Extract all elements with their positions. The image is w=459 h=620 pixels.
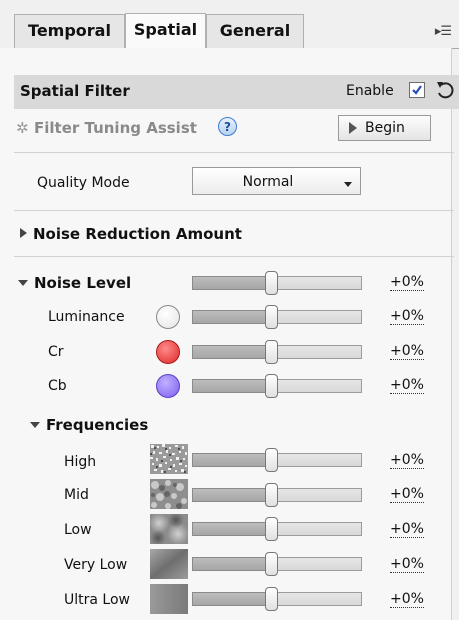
quality-mode-select[interactable]: Normal xyxy=(192,167,361,195)
very-low-frequency-texture xyxy=(150,549,188,579)
slider-fill xyxy=(192,345,267,359)
slider-thumb[interactable] xyxy=(265,340,278,364)
tab-general[interactable]: General xyxy=(206,14,304,48)
cb-value[interactable]: +0% xyxy=(390,378,424,394)
high-frequency-texture xyxy=(150,444,188,474)
noise-reduction-amount-label: Noise Reduction Amount xyxy=(33,225,242,243)
chevron-down-icon xyxy=(344,182,352,187)
divider xyxy=(14,152,454,153)
collapse-triangle-icon xyxy=(18,280,28,286)
slider-thumb[interactable] xyxy=(265,587,278,611)
noise-level-label: Noise Level xyxy=(34,274,132,292)
luminance-slider[interactable] xyxy=(192,305,362,329)
ultra-low-frequency-texture xyxy=(150,584,188,614)
high-value[interactable]: +0% xyxy=(390,453,424,469)
frequencies-label: Frequencies xyxy=(46,416,149,434)
collapse-triangle-icon xyxy=(30,422,40,428)
expand-triangle-icon xyxy=(20,228,27,238)
cb-color-dot xyxy=(156,374,180,398)
slider-fill xyxy=(192,276,267,290)
very-low-slider[interactable] xyxy=(192,552,362,576)
slider-thumb[interactable] xyxy=(265,483,278,507)
luminance-label: Luminance xyxy=(48,309,125,325)
frequencies-toggle[interactable]: Frequencies xyxy=(30,416,148,434)
cb-slider[interactable] xyxy=(192,374,362,398)
noise-level-slider[interactable] xyxy=(192,271,362,295)
spatial-filter-header: Spatial Filter Enable xyxy=(14,75,459,109)
quality-mode-label: Quality Mode xyxy=(37,175,130,191)
noise-reduction-amount-toggle[interactable]: Noise Reduction Amount xyxy=(20,225,242,243)
very-low-label: Very Low xyxy=(64,557,128,573)
slider-thumb[interactable] xyxy=(265,517,278,541)
cb-label: Cb xyxy=(48,378,67,394)
slider-fill xyxy=(192,453,267,467)
section-title: Spatial Filter xyxy=(20,82,130,100)
cr-value[interactable]: +0% xyxy=(390,344,424,360)
filter-tuning-assist-label: Filter Tuning Assist xyxy=(34,119,197,137)
noise-level-toggle[interactable]: Noise Level xyxy=(18,274,131,292)
divider xyxy=(14,256,454,257)
cr-slider[interactable] xyxy=(192,340,362,364)
slider-fill xyxy=(192,379,267,393)
mid-label: Mid xyxy=(64,487,89,503)
help-icon[interactable]: ? xyxy=(218,117,237,136)
enable-label: Enable xyxy=(346,83,394,99)
mid-frequency-texture xyxy=(150,479,188,509)
mid-slider[interactable] xyxy=(192,483,362,507)
slider-thumb[interactable] xyxy=(265,374,278,398)
tab-bar: Temporal Spatial General ▸☰ xyxy=(0,0,459,49)
noise-level-value[interactable]: +0% xyxy=(390,275,424,291)
high-label: High xyxy=(64,454,97,470)
begin-button[interactable]: Begin xyxy=(338,115,431,141)
low-value[interactable]: +0% xyxy=(390,522,424,538)
ultra-low-value[interactable]: +0% xyxy=(390,592,424,608)
play-icon xyxy=(349,122,357,134)
slider-fill xyxy=(192,310,267,324)
cr-color-dot xyxy=(156,340,180,364)
slider-fill xyxy=(192,557,267,571)
quality-mode-value: Normal xyxy=(242,174,294,190)
slider-fill xyxy=(192,592,267,606)
slider-thumb[interactable] xyxy=(265,448,278,472)
slider-fill xyxy=(192,522,267,536)
check-icon xyxy=(412,85,422,95)
cr-label: Cr xyxy=(48,344,64,360)
ultra-low-label: Ultra Low xyxy=(64,592,130,608)
luminance-value[interactable]: +0% xyxy=(390,309,424,325)
tab-spatial[interactable]: Spatial xyxy=(125,13,206,48)
filter-tuning-assist-row: ✲ Filter Tuning Assist ? Begin xyxy=(14,113,459,145)
enable-checkbox[interactable] xyxy=(409,82,425,98)
reset-icon[interactable] xyxy=(434,79,456,101)
low-frequency-texture xyxy=(150,514,188,544)
slider-thumb[interactable] xyxy=(265,305,278,329)
low-label: Low xyxy=(64,522,92,538)
high-slider[interactable] xyxy=(192,448,362,472)
tab-temporal[interactable]: Temporal xyxy=(14,14,125,48)
low-slider[interactable] xyxy=(192,517,362,541)
gear-icon: ✲ xyxy=(16,119,29,137)
mid-value[interactable]: +0% xyxy=(390,487,424,503)
begin-label: Begin xyxy=(365,120,405,136)
very-low-value[interactable]: +0% xyxy=(390,557,424,573)
panel-menu-icon[interactable]: ▸☰ xyxy=(435,24,452,39)
divider xyxy=(14,210,454,211)
slider-thumb[interactable] xyxy=(265,271,278,295)
luminance-color-dot xyxy=(156,305,180,329)
ultra-low-slider[interactable] xyxy=(192,587,362,611)
slider-thumb[interactable] xyxy=(265,552,278,576)
slider-fill xyxy=(192,488,267,502)
